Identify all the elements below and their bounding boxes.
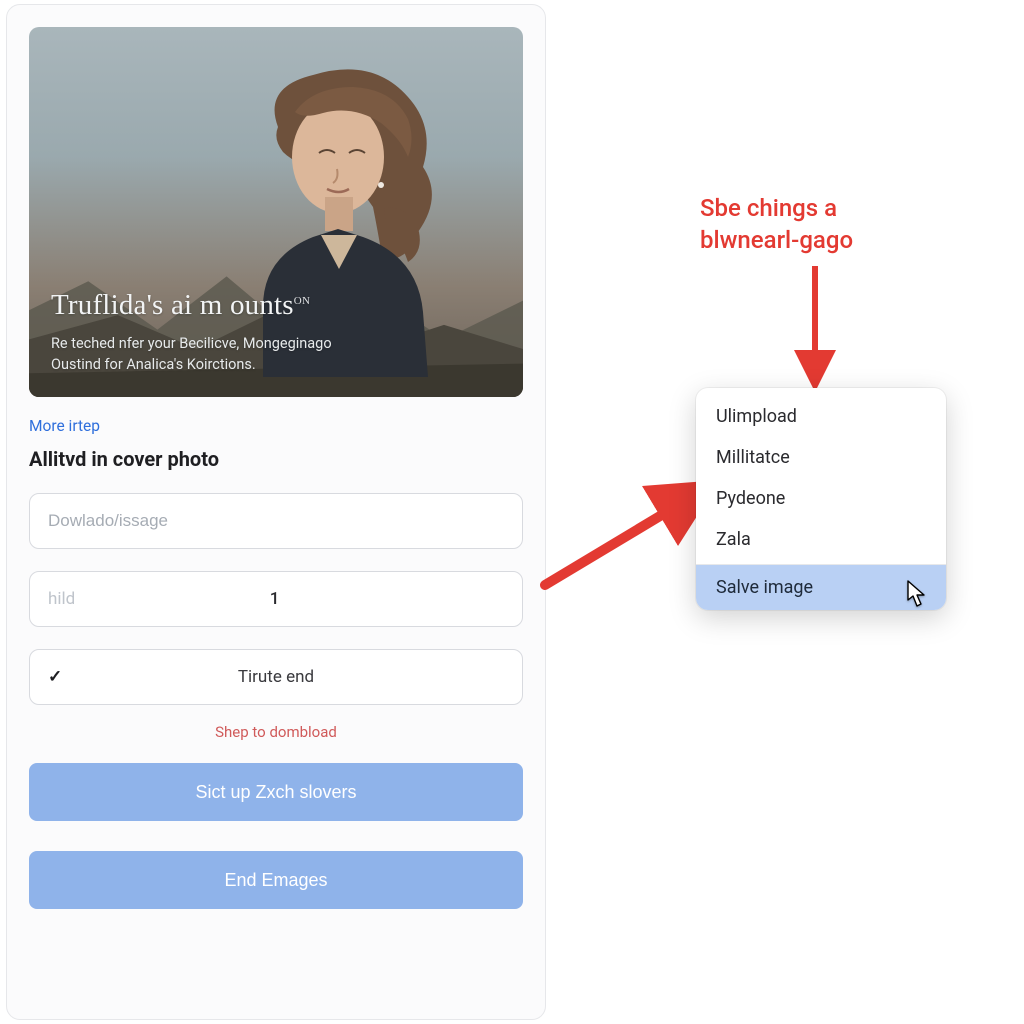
menu-item-zala[interactable]: Zala [696,519,946,560]
annotation-line1: Sbe chings a [700,194,837,222]
tirute-end-label: Tirute end [70,667,482,687]
annotation-callout: Sbe chings a blwnearl-gago [700,192,960,257]
cover-title-text: Truflida's ai m ounts [51,289,294,321]
download-input[interactable] [48,511,504,531]
annotation-line2: blwnearl-gago [700,226,853,254]
cover-title: Truflida's ai m ountsON [51,288,501,323]
primary-action-button[interactable]: Sict up Zxch slovers [29,763,523,821]
annotation-arrow-down [800,266,830,386]
cover-photo[interactable]: Truflida's ai m ountsON Re teched nfer y… [29,27,523,397]
hild-value: 1 [75,589,474,609]
cover-sub-line1: Re teched nfer your Becilicve, Mongegina… [51,335,332,352]
hild-label: hild [48,589,75,609]
check-icon: ✓ [48,667,70,687]
cover-title-sup: ON [294,295,310,307]
settings-panel: Truflida's ai m ountsON Re teched nfer y… [6,4,546,1020]
cover-text: Truflida's ai m ountsON Re teched nfer y… [51,288,501,375]
tirute-end-row[interactable]: ✓ Tirute end [29,649,523,705]
cursor-icon [906,580,928,608]
secondary-action-button[interactable]: End Emages [29,851,523,909]
menu-item-millitatce[interactable]: Millitatce [696,437,946,478]
download-field[interactable] [29,493,523,549]
cover-sub-line2: Oustind for Analica's Koirctions. [51,356,256,373]
menu-item-pydeone[interactable]: Pydeone [696,478,946,519]
cover-subtitle: Re teched nfer your Becilicve, Mongegina… [51,333,501,375]
menu-item-ulimpload[interactable]: Ulimpload [696,396,946,437]
section-title: Allitvd in cover photo [29,447,523,471]
annotation-arrow-right [540,470,720,590]
more-link[interactable]: More irtep [29,417,100,435]
shep-to-download-link[interactable]: Shep to dombload [29,723,523,741]
hild-field[interactable]: hild 1 [29,571,523,627]
context-menu[interactable]: Ulimpload Millitatce Pydeone Zala Salve … [696,388,946,610]
